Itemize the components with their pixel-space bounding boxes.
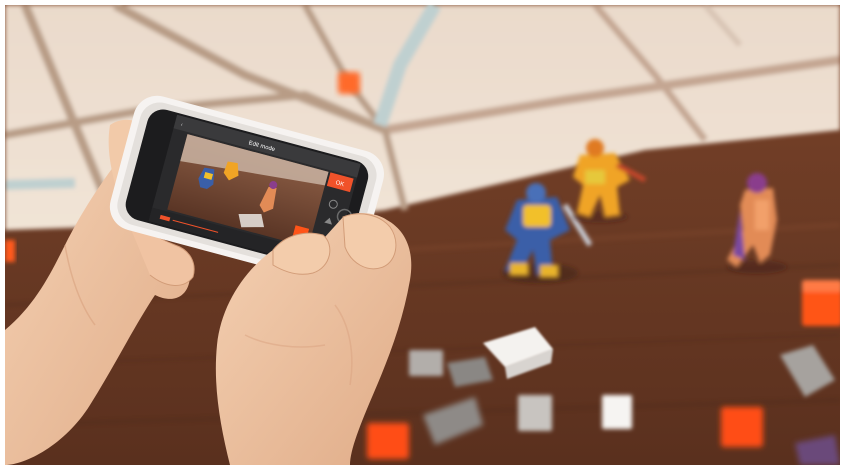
brick-orange-on-rug — [338, 72, 360, 94]
brick-white-small — [602, 395, 632, 429]
brick-grey-center — [518, 395, 552, 431]
brick-grey-small — [409, 350, 443, 376]
photo-illustration: Edit mode ‹ OK — [5, 5, 840, 465]
brick-orange-edge — [5, 240, 15, 262]
brick-orange-bottom-right — [721, 407, 763, 447]
photo-scene: Edit mode ‹ OK — [5, 5, 840, 465]
brick-orange-bottom — [367, 423, 409, 459]
